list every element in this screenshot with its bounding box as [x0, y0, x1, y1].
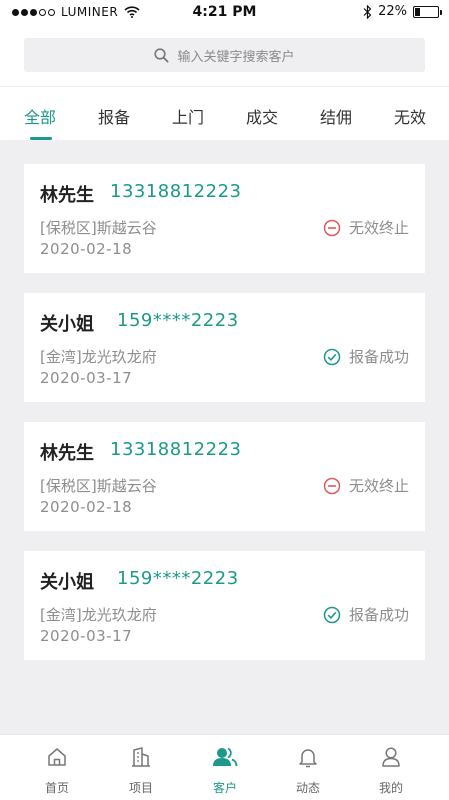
building-icon — [132, 747, 150, 767]
nav-projects[interactable]: 项目 — [111, 743, 171, 796]
status-badge: 报备成功 — [323, 604, 409, 625]
check-circle-icon — [323, 606, 341, 623]
customer-name: 关小姐 — [40, 572, 94, 593]
tab-commission[interactable]: 结佣 — [320, 104, 352, 128]
nav-label: 动态 — [295, 781, 320, 795]
customer-project: [保税区]斯越云谷 — [40, 477, 157, 495]
customer-phone[interactable]: 13318812223 — [110, 181, 241, 202]
report-date: 2020-03-17 — [40, 627, 133, 645]
status-label: 报备成功 — [348, 606, 409, 624]
customer-card[interactable]: 关小姐 159****2223 [金湾]龙光玖龙府 2020-03-17 报备成… — [24, 551, 425, 660]
customer-phone[interactable]: 13318812223 — [110, 439, 241, 460]
customer-name: 林先生 — [40, 185, 94, 206]
nav-home[interactable]: 首页 — [27, 743, 87, 796]
nav-mine[interactable]: 我的 — [361, 743, 421, 796]
home-icon — [48, 748, 66, 766]
check-circle-icon — [323, 348, 341, 365]
customer-project: [金湾]龙光玖龙府 — [40, 606, 157, 624]
battery-percent: 22% — [378, 4, 407, 19]
customer-card[interactable]: 林先生 13318812223 [保税区]斯越云谷 2020-02-18 无效终… — [24, 422, 425, 531]
search-placeholder: 输入关键字搜索客户 — [177, 49, 295, 65]
nav-label: 项目 — [128, 781, 153, 795]
nav-label: 客户 — [212, 781, 237, 795]
customer-phone[interactable]: 159****2223 — [117, 310, 239, 331]
customer-name: 林先生 — [40, 443, 94, 464]
status-badge: 无效终止 — [323, 475, 409, 496]
tab-deal[interactable]: 成交 — [246, 104, 278, 128]
user-icon — [382, 747, 400, 767]
tab-invalid[interactable]: 无效 — [394, 104, 426, 128]
users-icon — [213, 747, 238, 767]
search-area: 输入关键字搜索客户 — [0, 26, 449, 86]
customer-name: 关小姐 — [40, 314, 94, 335]
report-date: 2020-02-18 — [40, 240, 133, 258]
active-tab-indicator — [30, 137, 52, 140]
status-badge: 无效终止 — [323, 217, 409, 238]
bottom-nav: 首页 项目 客户 动态 我的 — [0, 734, 449, 800]
battery-icon — [413, 5, 442, 18]
filter-tabs: 全部 报备 上门 成交 结佣 无效 — [0, 86, 449, 140]
status-badge: 报备成功 — [323, 346, 409, 367]
customer-phone[interactable]: 159****2223 — [117, 568, 239, 589]
bell-icon — [299, 749, 317, 768]
minus-circle-icon — [323, 219, 341, 236]
bluetooth-icon — [363, 4, 372, 19]
search-icon — [154, 47, 169, 62]
status-label: 无效终止 — [348, 219, 409, 237]
report-date: 2020-02-18 — [40, 498, 133, 516]
status-label: 无效终止 — [348, 477, 409, 495]
search-input[interactable]: 输入关键字搜索客户 — [24, 38, 425, 72]
nav-label: 首页 — [44, 781, 69, 795]
report-date: 2020-03-17 — [40, 369, 133, 387]
nav-updates[interactable]: 动态 — [278, 743, 338, 796]
tab-visit[interactable]: 上门 — [172, 104, 204, 128]
nav-customers[interactable]: 客户 — [195, 743, 255, 796]
minus-circle-icon — [323, 477, 341, 494]
customer-project: [金湾]龙光玖龙府 — [40, 348, 157, 366]
status-label: 报备成功 — [348, 348, 409, 366]
customer-card[interactable]: 林先生 13318812223 [保税区]斯越云谷 2020-02-18 无效终… — [24, 164, 425, 273]
customer-card[interactable]: 关小姐 159****2223 [金湾]龙光玖龙府 2020-03-17 报备成… — [24, 293, 425, 402]
nav-label: 我的 — [378, 781, 403, 795]
tab-report[interactable]: 报备 — [98, 104, 130, 128]
customer-project: [保税区]斯越云谷 — [40, 219, 157, 237]
status-bar: LUMINER 4:21 PM 22% — [0, 0, 449, 26]
tab-all[interactable]: 全部 — [24, 104, 56, 128]
